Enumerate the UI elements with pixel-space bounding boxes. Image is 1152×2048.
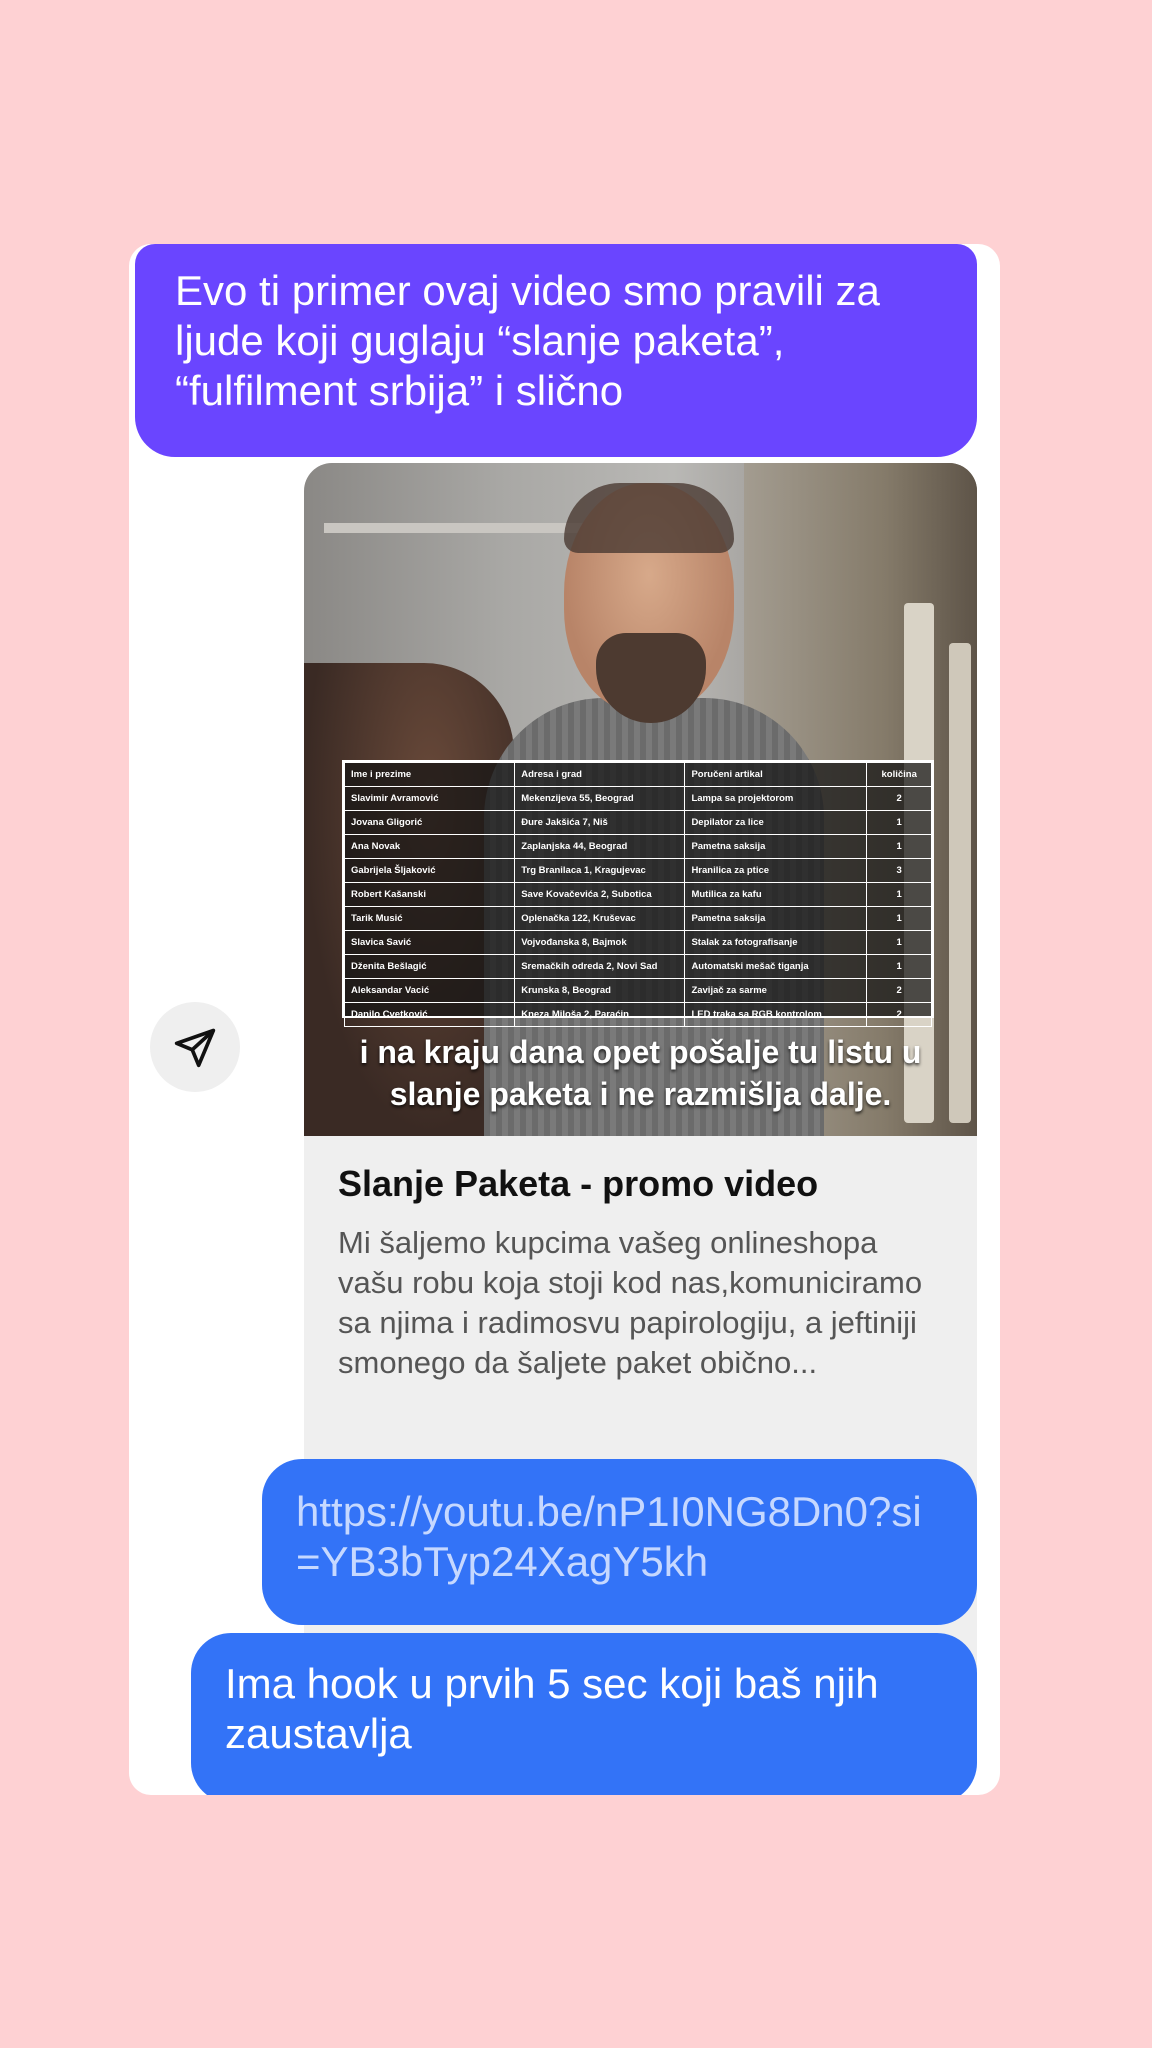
table-cell: 1	[866, 954, 932, 979]
table-cell: Danilo Cvetković	[343, 1002, 516, 1027]
table-cell: Save Kovačevića 2, Subotica	[514, 882, 686, 907]
table-cell: Stalak za fotografisanje	[684, 930, 868, 955]
video-caption: i na kraju dana opet pošalje tu listu u …	[304, 1031, 977, 1115]
table-row: Slavimir Avramović Mekenzijeva 55, Beogr…	[343, 786, 932, 811]
column-header: Adresa i grad	[514, 762, 686, 787]
table-cell: 2	[866, 1002, 932, 1027]
orders-table-overlay: Ime i prezime Adresa i grad Poručeni art…	[342, 760, 934, 1027]
table-cell: Zavijač za sarme	[684, 978, 868, 1003]
table-row: Aleksandar Vacić Krunska 8, Beograd Zavi…	[343, 978, 932, 1003]
chat-card: Evo ti primer ovaj video smo pravili za …	[129, 244, 1000, 1795]
table-cell: Slavimir Avramović	[343, 786, 516, 811]
table-cell: Đure Jakšića 7, Niš	[514, 810, 686, 835]
table-cell: Slavica Savić	[343, 930, 516, 955]
caption-line: i na kraju dana opet pošalje tu listu u	[359, 1034, 922, 1070]
table-cell: 3	[866, 858, 932, 883]
table-cell: 1	[866, 834, 932, 859]
preview-description: Mi šaljemo kupcima vašeg onlineshopa vaš…	[338, 1225, 923, 1380]
table-cell: Mutilica za kafu	[684, 882, 868, 907]
table-cell: Mekenzijeva 55, Beograd	[514, 786, 686, 811]
table-cell: Ana Novak	[343, 834, 516, 859]
table-cell: Pametna saksija	[684, 906, 868, 931]
message-bubble-sent[interactable]: Ima hook u prvih 5 sec koji baš njih zau…	[191, 1633, 977, 1795]
column-header: Ime i prezime	[343, 762, 516, 787]
table-cell: Depilator za lice	[684, 810, 868, 835]
table-cell: 1	[866, 882, 932, 907]
paper-plane-icon	[174, 1028, 216, 1068]
table-row: Tarik Musić Oplenačka 122, Kruševac Pame…	[343, 906, 932, 931]
table-row: Jovana Gligorić Đure Jakšića 7, Niš Depi…	[343, 810, 932, 835]
table-cell: Sremačkih odreda 2, Novi Sad	[514, 954, 686, 979]
table-cell: LED traka sa RGB kontrolom	[684, 1002, 868, 1027]
table-cell: Kneza Miloša 2, Paraćin	[514, 1002, 686, 1027]
message-bubble-link[interactable]: https://youtu.be/nP1I0NG8Dn0?si=YB3bTyp2…	[262, 1459, 977, 1625]
table-cell: Tarik Musić	[343, 906, 516, 931]
table-cell: Oplenačka 122, Kruševac	[514, 906, 686, 931]
table-cell: Trg Branilaca 1, Kragujevac	[514, 858, 686, 883]
table-cell: Krunska 8, Beograd	[514, 978, 686, 1003]
table-cell: Pametna saksija	[684, 834, 868, 859]
preview-title: Slanje Paketa - promo video	[338, 1163, 819, 1204]
orders-table: Ime i prezime Adresa i grad Poručeni art…	[343, 762, 932, 1027]
table-cell: 1	[866, 810, 932, 835]
table-row: Ana Novak Zaplanjska 44, Beograd Pametna…	[343, 834, 932, 859]
message-bubble-received[interactable]: Evo ti primer ovaj video smo pravili za …	[135, 244, 977, 457]
table-row: Dženita Bešlagić Sremačkih odreda 2, Nov…	[343, 954, 932, 979]
table-row: Slavica Savić Vojvođanska 8, Bajmok Stal…	[343, 930, 932, 955]
video-thumbnail[interactable]: Ime i prezime Adresa i grad Poručeni art…	[304, 463, 977, 1136]
link-text[interactable]: https://youtu.be/nP1I0NG8Dn0?si=YB3bTyp2…	[296, 1488, 922, 1585]
table-cell: Aleksandar Vacić	[343, 978, 516, 1003]
table-header-row: Ime i prezime Adresa i grad Poručeni art…	[343, 762, 932, 787]
table-row: Robert Kašanski Save Kovačevića 2, Subot…	[343, 882, 932, 907]
table-cell: Dženita Bešlagić	[343, 954, 516, 979]
message-text: Ima hook u prvih 5 sec koji baš njih zau…	[225, 1660, 879, 1757]
table-cell: 1	[866, 906, 932, 931]
share-button[interactable]	[150, 1002, 240, 1092]
table-cell: Automatski mešač tiganja	[684, 954, 868, 979]
column-header: količina	[866, 762, 932, 787]
caption-line: slanje paketa i ne razmišlja dalje.	[389, 1076, 892, 1112]
table-row: Gabrijela Šljaković Trg Branilaca 1, Kra…	[343, 858, 932, 883]
message-text: Evo ti primer ovaj video smo pravili za …	[175, 267, 880, 414]
table-cell: Hranilica za ptice	[684, 858, 868, 883]
table-cell: Lampa sa projektorom	[684, 786, 868, 811]
table-cell: Jovana Gligorić	[343, 810, 516, 835]
table-row: Danilo Cvetković Kneza Miloša 2, Paraćin…	[343, 1002, 932, 1027]
table-cell: 2	[866, 978, 932, 1003]
table-cell: Robert Kašanski	[343, 882, 516, 907]
table-cell: 1	[866, 930, 932, 955]
table-cell: Vojvođanska 8, Bajmok	[514, 930, 686, 955]
table-cell: Gabrijela Šljaković	[343, 858, 516, 883]
column-header: Poručeni artikal	[684, 762, 868, 787]
table-cell: Zaplanjska 44, Beograd	[514, 834, 686, 859]
table-cell: 2	[866, 786, 932, 811]
